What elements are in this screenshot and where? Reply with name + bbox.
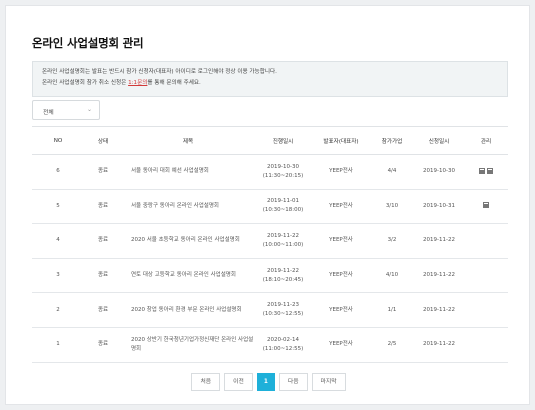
filter-selected-value: 전체 <box>43 110 54 116</box>
row-applied: 2019-11-22 <box>423 272 455 279</box>
row-presenter: YEEP전사 <box>329 237 353 244</box>
table-row[interactable]: 6 종료 서울 동아리 대회 예선 사업설명회 2019-10-30 (11:30… <box>32 155 508 190</box>
notice-line-2-post: 를 통해 문의해 주세요. <box>147 80 201 86</box>
row-time: (11:00~12:55) <box>262 345 304 352</box>
row-joined: 3/10 <box>385 202 399 209</box>
row-title-link[interactable]: 2020 서울 초등학교 동아리 온라인 사업설명회 <box>122 224 254 259</box>
briefing-table: NO 상태 제목 진행일시 발표자(대표자) 참가가업 신청일시 관리 6 종료… <box>32 126 508 363</box>
row-no: 6 <box>56 168 60 175</box>
row-manage <box>464 258 508 293</box>
status-filter-select[interactable]: 전체 ⌄ <box>32 100 100 120</box>
inquiry-link[interactable]: 1:1문의 <box>128 80 147 86</box>
table-row[interactable]: 5 종료 서울 중랑구 동아리 온라인 사업설명회 2019-11-01 (10:… <box>32 189 508 224</box>
edit-icon[interactable] <box>479 167 485 174</box>
col-header-applied: 신청일시 <box>428 138 450 145</box>
row-presenter: YEEP전사 <box>329 306 353 313</box>
table-row[interactable]: 4 종료 2020 서울 초등학교 동아리 온라인 사업설명회 2019-11-… <box>32 224 508 259</box>
row-joined: 1/1 <box>387 306 397 313</box>
row-time: (10:00~11:00) <box>262 241 304 248</box>
row-applied: 2019-11-22 <box>423 237 455 244</box>
notice-line-2: 온라인 사업설명회 참가 취소 신청은 1:1문의를 통해 문의해 주세요. <box>42 78 498 89</box>
row-presenter: YEEP전사 <box>329 168 353 175</box>
document-icon[interactable] <box>483 202 489 209</box>
row-manage <box>464 189 508 224</box>
col-header-datetime: 진행일시 <box>272 138 294 145</box>
row-status: 종료 <box>97 272 109 279</box>
row-applied: 2019-11-22 <box>423 306 455 313</box>
row-manage <box>464 155 508 190</box>
row-title-link[interactable]: 2020 창업 동아리 환경 부문 온라인 사업설명회 <box>122 293 254 328</box>
row-no: 2 <box>56 306 60 313</box>
row-title-link[interactable]: 2020 상반기 한국청년기업가정신재단 온라인 사업설명회 <box>122 327 254 362</box>
page-title: 온라인 사업설명회 관리 <box>32 36 144 50</box>
table-row[interactable]: 3 종료 연토 대상 고등학교 동아리 온라인 사업설명회 2019-11-22… <box>32 258 508 293</box>
row-manage <box>464 224 508 259</box>
row-no: 3 <box>56 272 60 279</box>
row-status: 종료 <box>97 168 109 175</box>
row-date: 2019-10-30 <box>267 163 299 170</box>
row-date: 2020-02-14 <box>267 336 299 343</box>
col-header-presenter: 발표자(대표자) <box>323 138 359 145</box>
page-first-button[interactable]: 처음 <box>191 373 221 391</box>
page-next-button[interactable]: 다음 <box>278 373 308 391</box>
row-datetime: 2019-11-22 (10:00~11:00) <box>254 224 312 259</box>
row-applied: 2019-10-30 <box>423 168 455 175</box>
row-joined: 4/10 <box>385 272 399 279</box>
row-manage <box>464 293 508 328</box>
pagination: 처음 이전 1 다음 마지막 <box>6 373 531 391</box>
row-presenter: YEEP전사 <box>329 202 353 209</box>
chevron-down-icon: ⌄ <box>86 106 92 113</box>
col-header-manage: 관리 <box>480 138 492 145</box>
table-row[interactable]: 1 종료 2020 상반기 한국청년기업가정신재단 온라인 사업설명회 2020… <box>32 327 508 363</box>
row-title-link[interactable]: 연토 대상 고등학교 동아리 온라인 사업설명회 <box>122 258 254 293</box>
row-time: (11:30~20:15) <box>262 172 304 179</box>
table-row[interactable]: 2 종료 2020 창업 동아리 환경 부문 온라인 사업설명회 2019-11… <box>32 293 508 328</box>
row-presenter: YEEP전사 <box>329 341 353 348</box>
row-no: 1 <box>56 341 60 348</box>
row-datetime: 2019-10-30 (11:30~20:15) <box>254 155 312 190</box>
row-date: 2019-11-22 <box>267 232 299 239</box>
row-datetime: 2020-02-14 (11:00~12:55) <box>254 327 312 362</box>
col-header-status: 상태 <box>97 138 109 145</box>
row-status: 종료 <box>97 341 109 348</box>
row-presenter: YEEP전사 <box>329 272 353 279</box>
row-title-link[interactable]: 서울 중랑구 동아리 온라인 사업설명회 <box>122 189 254 224</box>
row-datetime: 2019-11-23 (10:30~12:55) <box>254 293 312 328</box>
row-time: (18:10~20:45) <box>262 276 304 283</box>
row-status: 종료 <box>97 237 109 244</box>
notice-line-2-pre: 온라인 사업설명회 참가 취소 신청은 <box>42 80 129 86</box>
main-card: 온라인 사업설명회 관리 온라인 사업설명회는 발표는 반드시 참가 신청자(대… <box>5 5 530 405</box>
row-date: 2019-11-23 <box>267 302 299 309</box>
table-header-row: NO 상태 제목 진행일시 발표자(대표자) 참가가업 신청일시 관리 <box>32 126 508 155</box>
row-date: 2019-11-22 <box>267 267 299 274</box>
row-time: (10:30~12:55) <box>262 311 304 318</box>
row-datetime: 2019-11-01 (10:30~18:00) <box>254 189 312 224</box>
row-joined: 2/5 <box>387 341 397 348</box>
row-manage <box>464 327 508 362</box>
row-datetime: 2019-11-22 (18:10~20:45) <box>254 258 312 293</box>
row-joined: 4/4 <box>387 168 397 175</box>
col-header-joined: 참가가업 <box>381 138 403 145</box>
col-header-title: 제목 <box>182 138 194 145</box>
row-time: (10:30~18:00) <box>262 207 304 214</box>
row-status: 종료 <box>97 202 109 209</box>
row-status: 종료 <box>97 306 109 313</box>
row-joined: 3/2 <box>387 237 397 244</box>
row-date: 2019-11-01 <box>267 198 299 205</box>
notice-line-1: 온라인 사업설명회는 발표는 반드시 참가 신청자(대표자) 아이디로 로그인해… <box>42 69 277 75</box>
row-applied: 2019-10-31 <box>423 202 455 209</box>
page-number-current[interactable]: 1 <box>256 373 275 391</box>
row-no: 5 <box>56 202 60 209</box>
page-prev-button[interactable]: 이전 <box>224 373 253 391</box>
notice-box: 온라인 사업설명회는 발표는 반드시 참가 신청자(대표자) 아이디로 로그인해… <box>32 61 508 97</box>
row-title-link[interactable]: 서울 동아리 대회 예선 사업설명회 <box>122 155 254 190</box>
col-header-no: NO <box>53 137 63 144</box>
row-no: 4 <box>56 237 60 244</box>
document-icon[interactable] <box>487 167 493 174</box>
page-last-button[interactable]: 마지막 <box>311 373 346 391</box>
row-applied: 2019-11-22 <box>423 341 455 348</box>
